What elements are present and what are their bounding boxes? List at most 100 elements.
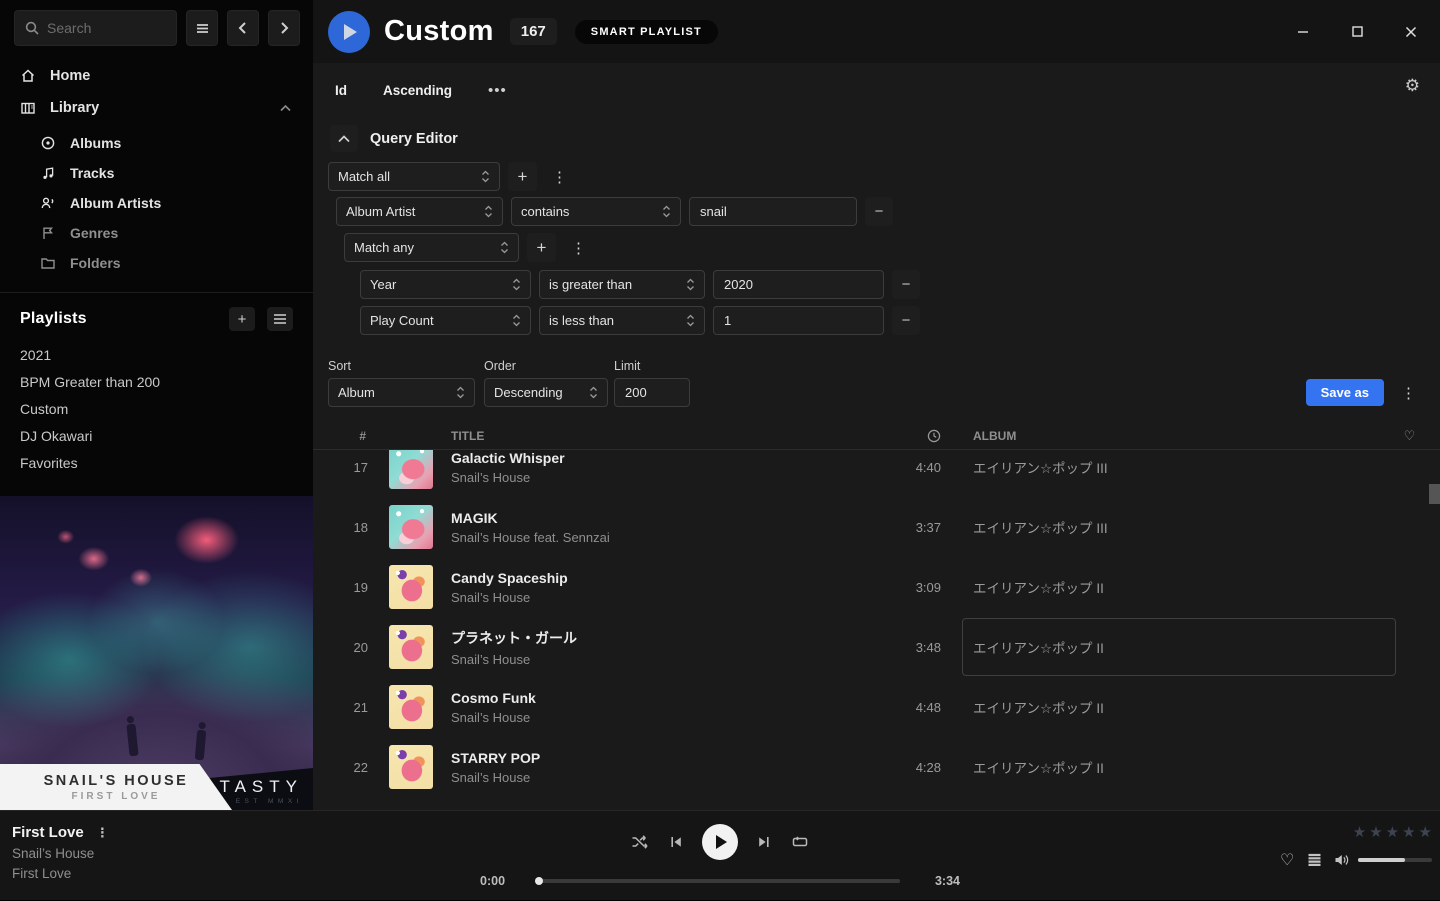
track-album-focused-cell[interactable]: エイリアン☆ポップ II — [962, 618, 1396, 676]
rule-value-input[interactable] — [713, 270, 884, 299]
star-icon[interactable]: ★ — [1402, 823, 1415, 841]
column-header-duration[interactable] — [891, 429, 941, 443]
add-rule-button[interactable]: + — [508, 162, 537, 191]
track-artist: Snail’s House — [451, 710, 891, 725]
column-header-favorite[interactable]: ♡ — [1396, 428, 1423, 444]
sidebar-item-label: Library — [50, 100, 99, 116]
previous-icon — [668, 834, 684, 850]
page-title: Custom — [384, 15, 494, 48]
limit-input[interactable] — [614, 378, 690, 407]
star-icon[interactable]: ★ — [1386, 823, 1399, 841]
track-album: エイリアン☆ポップ II — [973, 557, 1396, 617]
group-options-button[interactable]: ⋮ — [564, 233, 593, 262]
window-minimize-button[interactable] — [1288, 17, 1318, 47]
sidebar-item-album-artists[interactable]: Album Artists — [0, 188, 313, 218]
main-panel: Custom 167 SMART PLAYLIST — [313, 0, 1440, 810]
seek-bar[interactable] — [535, 879, 900, 883]
query-editor-collapse-button[interactable] — [330, 125, 358, 152]
playlist-item[interactable]: 2021 — [0, 341, 313, 368]
save-as-button[interactable]: Save as — [1306, 379, 1384, 406]
column-header-number[interactable]: # — [313, 429, 372, 443]
sort-field-button[interactable]: Id — [335, 83, 347, 98]
album-artists-icon — [40, 195, 56, 211]
folders-icon — [40, 255, 56, 271]
star-icon[interactable]: ★ — [1353, 823, 1366, 841]
nav-forward-button[interactable] — [268, 10, 300, 46]
track-row[interactable]: 18 MAGIK Snail’s House feat. Sennzai 3:3… — [313, 497, 1440, 557]
playlist-options-button[interactable] — [267, 307, 293, 331]
rule-operator-select[interactable]: is greater than — [539, 270, 705, 299]
sort-direction-button[interactable]: Ascending — [383, 83, 452, 98]
now-playing-options-button[interactable]: ⋮ — [96, 825, 109, 841]
star-icon[interactable]: ★ — [1419, 823, 1432, 841]
rule-field-select[interactable]: Album Artist — [336, 197, 503, 226]
add-playlist-button[interactable]: + — [229, 307, 255, 331]
track-artist: Snail’s House — [451, 590, 891, 605]
group-options-button[interactable]: ⋮ — [545, 162, 574, 191]
favorite-button[interactable]: ♡ — [1280, 850, 1294, 870]
track-artist: Snail’s House feat. Sennzai — [451, 530, 891, 545]
play-pause-button[interactable] — [702, 824, 738, 860]
rule-field-select[interactable]: Play Count — [360, 306, 531, 335]
previous-track-button[interactable] — [668, 834, 684, 850]
track-title: MAGIK — [451, 510, 891, 526]
collapse-chevron-icon[interactable] — [280, 100, 291, 116]
search-box[interactable] — [14, 10, 177, 46]
track-row[interactable]: 17 Galactic Whisper Snail’s House 4:40 エ… — [313, 450, 1440, 497]
track-row[interactable]: 21 Cosmo Funk Snail’s House 4:48 エイリアン☆ポ… — [313, 677, 1440, 737]
rule-operator-select[interactable]: contains — [511, 197, 681, 226]
rating-stars[interactable]: ★ ★ ★ ★ ★ — [1280, 823, 1432, 841]
playlist-item[interactable]: DJ Okawari — [0, 422, 313, 449]
star-icon[interactable]: ★ — [1369, 823, 1382, 841]
more-options-button[interactable]: ••• — [488, 82, 507, 99]
remove-rule-button[interactable]: − — [865, 197, 893, 226]
track-row[interactable]: 20 プラネット・ガール Snail’s House 3:48 エイリアン☆ポッ… — [313, 617, 1440, 677]
playlist-item[interactable]: BPM Greater than 200 — [0, 368, 313, 395]
window-close-button[interactable] — [1396, 17, 1426, 47]
scrollbar-thumb[interactable] — [1429, 484, 1440, 504]
playlist-item[interactable]: Favorites — [0, 449, 313, 476]
column-header-album[interactable]: ALBUM — [973, 429, 1396, 443]
sidebar-item-home[interactable]: Home — [0, 60, 313, 92]
settings-gear-button[interactable]: ⚙ — [1405, 76, 1420, 96]
match-mode-select[interactable]: Match any — [344, 233, 519, 262]
next-track-button[interactable] — [756, 834, 772, 850]
hamburger-icon — [195, 21, 210, 36]
volume-slider[interactable] — [1358, 858, 1432, 862]
now-playing-artwork: TASTY EST MMXI SNAIL'S HOUSE FIRST LOVE — [0, 496, 313, 810]
add-rule-button[interactable]: + — [527, 233, 556, 262]
volume-button[interactable] — [1334, 853, 1350, 867]
remove-rule-button[interactable]: − — [892, 306, 920, 335]
track-row[interactable]: 19 Candy Spaceship Snail’s House 3:09 エイ… — [313, 557, 1440, 617]
repeat-button[interactable] — [790, 834, 810, 850]
track-number: 19 — [313, 580, 372, 595]
window-maximize-button[interactable] — [1342, 17, 1372, 47]
shuffle-button[interactable] — [631, 834, 650, 850]
queue-button[interactable] — [1307, 853, 1322, 867]
nav-back-button[interactable] — [227, 10, 259, 46]
sidebar-item-genres[interactable]: Genres — [0, 218, 313, 248]
sidebar-item-albums[interactable]: Albums — [0, 128, 313, 158]
sort-select[interactable]: Album — [328, 378, 475, 407]
rule-field-select[interactable]: Year — [360, 270, 531, 299]
save-options-button[interactable]: ⋮ — [1394, 378, 1423, 407]
rule-value-input[interactable] — [689, 197, 857, 226]
column-header-title[interactable]: TITLE — [451, 429, 891, 443]
match-mode-select[interactable]: Match all — [328, 162, 500, 191]
track-title: プラネット・ガール — [451, 628, 891, 648]
track-row[interactable]: 22 STARRY POP Snail’s House 4:28 エイリアン☆ポ… — [313, 737, 1440, 797]
sidebar-item-folders[interactable]: Folders — [0, 248, 313, 278]
search-input[interactable] — [47, 20, 167, 36]
sidebar-item-tracks[interactable]: Tracks — [0, 158, 313, 188]
order-select[interactable]: Descending — [484, 378, 608, 407]
rule-operator-select[interactable]: is less than — [539, 306, 705, 335]
rule-value-input[interactable] — [713, 306, 884, 335]
select-arrows-icon — [686, 314, 695, 327]
seek-handle[interactable] — [535, 877, 543, 885]
playlist-item[interactable]: Custom — [0, 395, 313, 422]
play-playlist-button[interactable] — [328, 11, 370, 53]
sidebar-item-library[interactable]: Library — [0, 92, 313, 124]
remove-rule-button[interactable]: − — [892, 270, 920, 299]
chevron-up-icon — [338, 135, 350, 143]
menu-button[interactable] — [186, 10, 218, 46]
